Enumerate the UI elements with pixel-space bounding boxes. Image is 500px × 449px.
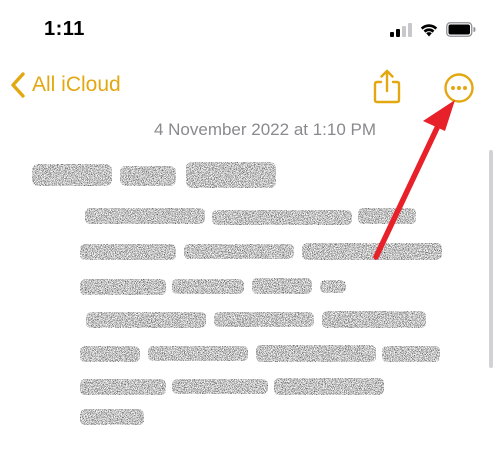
share-icon: [373, 69, 401, 104]
status-icons: [390, 22, 476, 37]
note-date: 4 November 2022 at 1:10 PM: [153, 120, 377, 139]
share-button[interactable]: [372, 68, 402, 104]
note-body[interactable]: [0, 150, 480, 440]
status-time: 1:11: [44, 18, 85, 40]
more-button[interactable]: [443, 72, 475, 104]
status-bar: 1:11: [0, 0, 500, 60]
ellipsis-circle-icon: [444, 73, 474, 103]
back-label: All iCloud: [32, 73, 121, 96]
notes-screen: 1:11 All iCloud 4 November 2022 at 1:10 …: [0, 0, 500, 449]
chevron-left-icon: [11, 72, 25, 98]
nav-bar: All iCloud: [0, 64, 500, 114]
scrollbar[interactable]: [489, 150, 493, 368]
battery-icon: [446, 22, 476, 37]
obscured-note-text: [32, 162, 442, 425]
cellular-signal-icon: [390, 22, 412, 37]
wifi-icon: [420, 24, 438, 37]
back-button[interactable]: All iCloud: [10, 72, 121, 98]
